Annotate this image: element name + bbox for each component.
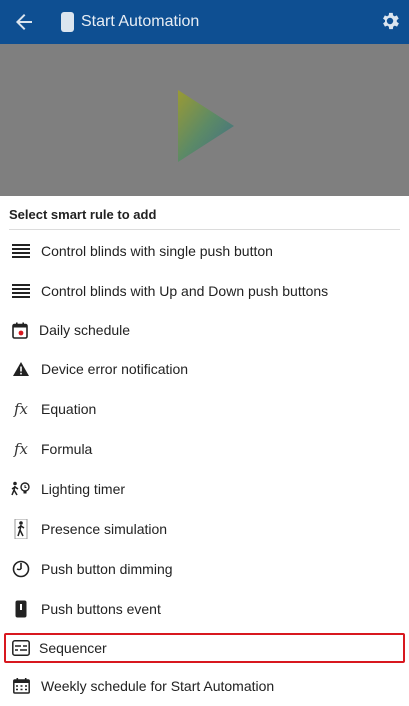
lighting-timer-icon — [11, 479, 31, 499]
list-item-label: Formula — [41, 441, 93, 457]
device-icon — [61, 12, 74, 32]
list-item-presence-simulation[interactable]: Presence simulation — [0, 509, 409, 549]
list-item-label: Push buttons event — [41, 601, 161, 617]
app-bar: Start Automation — [0, 0, 409, 44]
gear-icon[interactable] — [379, 10, 401, 32]
blinds-icon — [11, 281, 31, 301]
blinds-icon — [11, 241, 31, 261]
presence-icon — [11, 519, 31, 539]
list-item-label: Presence simulation — [41, 521, 168, 537]
dimmed-backdrop[interactable] — [0, 44, 409, 196]
calendar-icon — [10, 320, 30, 340]
list-item-equation[interactable]: fx Equation — [0, 389, 409, 429]
list-item-label: Control blinds with single push button — [41, 243, 273, 259]
weekly-calendar-icon — [11, 676, 31, 696]
list-item-device-error[interactable]: Device error notification — [0, 349, 409, 389]
smart-rule-sheet: Select smart rule to add Control blinds … — [0, 196, 409, 706]
selection-highlight — [4, 633, 405, 663]
back-arrow-icon[interactable] — [12, 10, 36, 34]
list-item-daily-schedule[interactable]: Daily schedule — [0, 310, 409, 350]
list-item-label: Daily schedule — [39, 322, 131, 338]
fx-icon: fx — [13, 400, 28, 418]
list-item-push-button-dimming[interactable]: Push button dimming — [0, 549, 409, 589]
dimming-icon — [11, 559, 31, 579]
list-item-formula[interactable]: fx Formula — [0, 429, 409, 469]
page-title: Start Automation — [81, 13, 200, 30]
list-item-weekly-schedule[interactable]: Weekly schedule for Start Automation — [0, 666, 409, 706]
sheet-title: Select smart rule to add — [9, 207, 157, 222]
list-item-label: Equation — [41, 401, 97, 417]
list-item-label: Weekly schedule for Start Automation — [41, 678, 275, 694]
play-icon — [176, 88, 236, 164]
list-item-push-buttons-event[interactable]: Push buttons event — [0, 589, 409, 629]
push-button-icon — [11, 599, 31, 619]
list-item-label: Control blinds with Up and Down push but… — [41, 283, 329, 299]
list-item-control-blinds-up-down[interactable]: Control blinds with Up and Down push but… — [0, 271, 409, 311]
list-item-label: Lighting timer — [41, 481, 126, 497]
fx-icon: fx — [13, 440, 28, 458]
list-item-control-blinds-single[interactable]: Control blinds with single push button — [0, 231, 409, 271]
list-item-lighting-timer[interactable]: Lighting timer — [0, 469, 409, 509]
list-item-label: Push button dimming — [41, 561, 173, 577]
divider — [9, 229, 400, 230]
warning-icon — [11, 359, 31, 379]
list-item-label: Device error notification — [41, 361, 189, 377]
